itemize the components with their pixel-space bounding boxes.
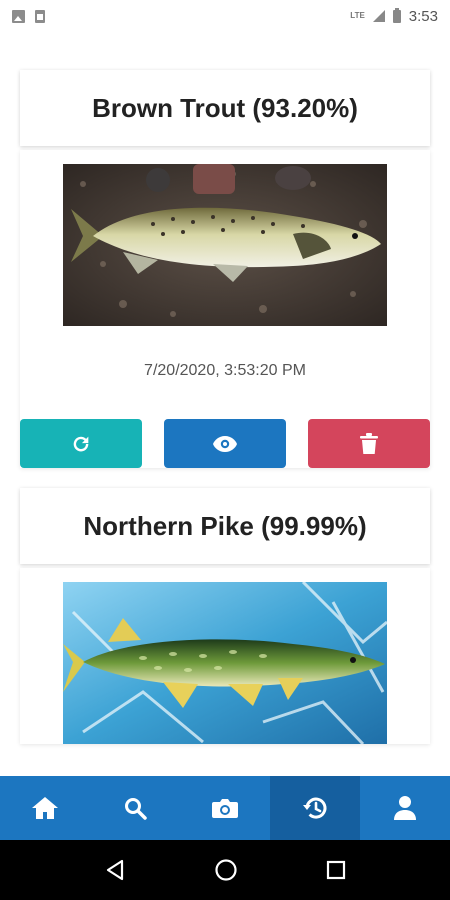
brown-trout-photo [63, 164, 387, 326]
reclassify-button[interactable] [20, 419, 142, 468]
nav-history[interactable] [270, 776, 360, 840]
result-card: Northern Pike (99.99%) [20, 488, 430, 744]
history-icon [303, 797, 327, 819]
eye-icon [213, 435, 237, 452]
northern-pike-photo [63, 582, 387, 744]
nav-camera[interactable] [180, 776, 270, 840]
card-body [20, 568, 430, 744]
card-body: 7/20/2020, 3:53:20 PM [20, 150, 430, 468]
species-title: Northern Pike (99.99%) [83, 510, 367, 541]
sim-icon [35, 9, 45, 23]
search-icon [125, 798, 147, 820]
view-button[interactable] [164, 419, 286, 468]
refresh-icon [73, 436, 89, 451]
camera-icon [212, 799, 238, 818]
species-title: Brown Trout (93.20%) [92, 92, 358, 123]
nav-home[interactable] [0, 776, 90, 840]
back-icon[interactable] [104, 859, 126, 881]
delete-button[interactable] [308, 419, 430, 468]
bottom-nav [0, 776, 450, 840]
image-icon [12, 9, 25, 23]
status-bar: LTE 3:53 [0, 0, 450, 32]
history-list[interactable]: Brown Trout (93.20%) 7/20/2020, 3:53:20 … [0, 32, 450, 776]
system-nav-bar [0, 840, 450, 900]
battery-icon [392, 7, 401, 23]
card-timestamp: 7/20/2020, 3:53:20 PM [144, 362, 306, 379]
network-type: LTE [350, 11, 365, 20]
home-circle-icon[interactable] [214, 858, 238, 882]
trash-icon [360, 432, 378, 454]
recents-icon[interactable] [326, 860, 346, 880]
user-icon [394, 796, 416, 820]
card-header: Northern Pike (99.99%) [20, 488, 430, 564]
card-actions [20, 419, 430, 468]
nav-search[interactable] [90, 776, 180, 840]
result-card: Brown Trout (93.20%) 7/20/2020, 3:53:20 … [20, 70, 430, 468]
home-icon [32, 797, 58, 819]
signal-icon [372, 10, 385, 22]
card-header: Brown Trout (93.20%) [20, 70, 430, 146]
status-time: 3:53 [408, 7, 438, 25]
nav-profile[interactable] [360, 776, 450, 840]
